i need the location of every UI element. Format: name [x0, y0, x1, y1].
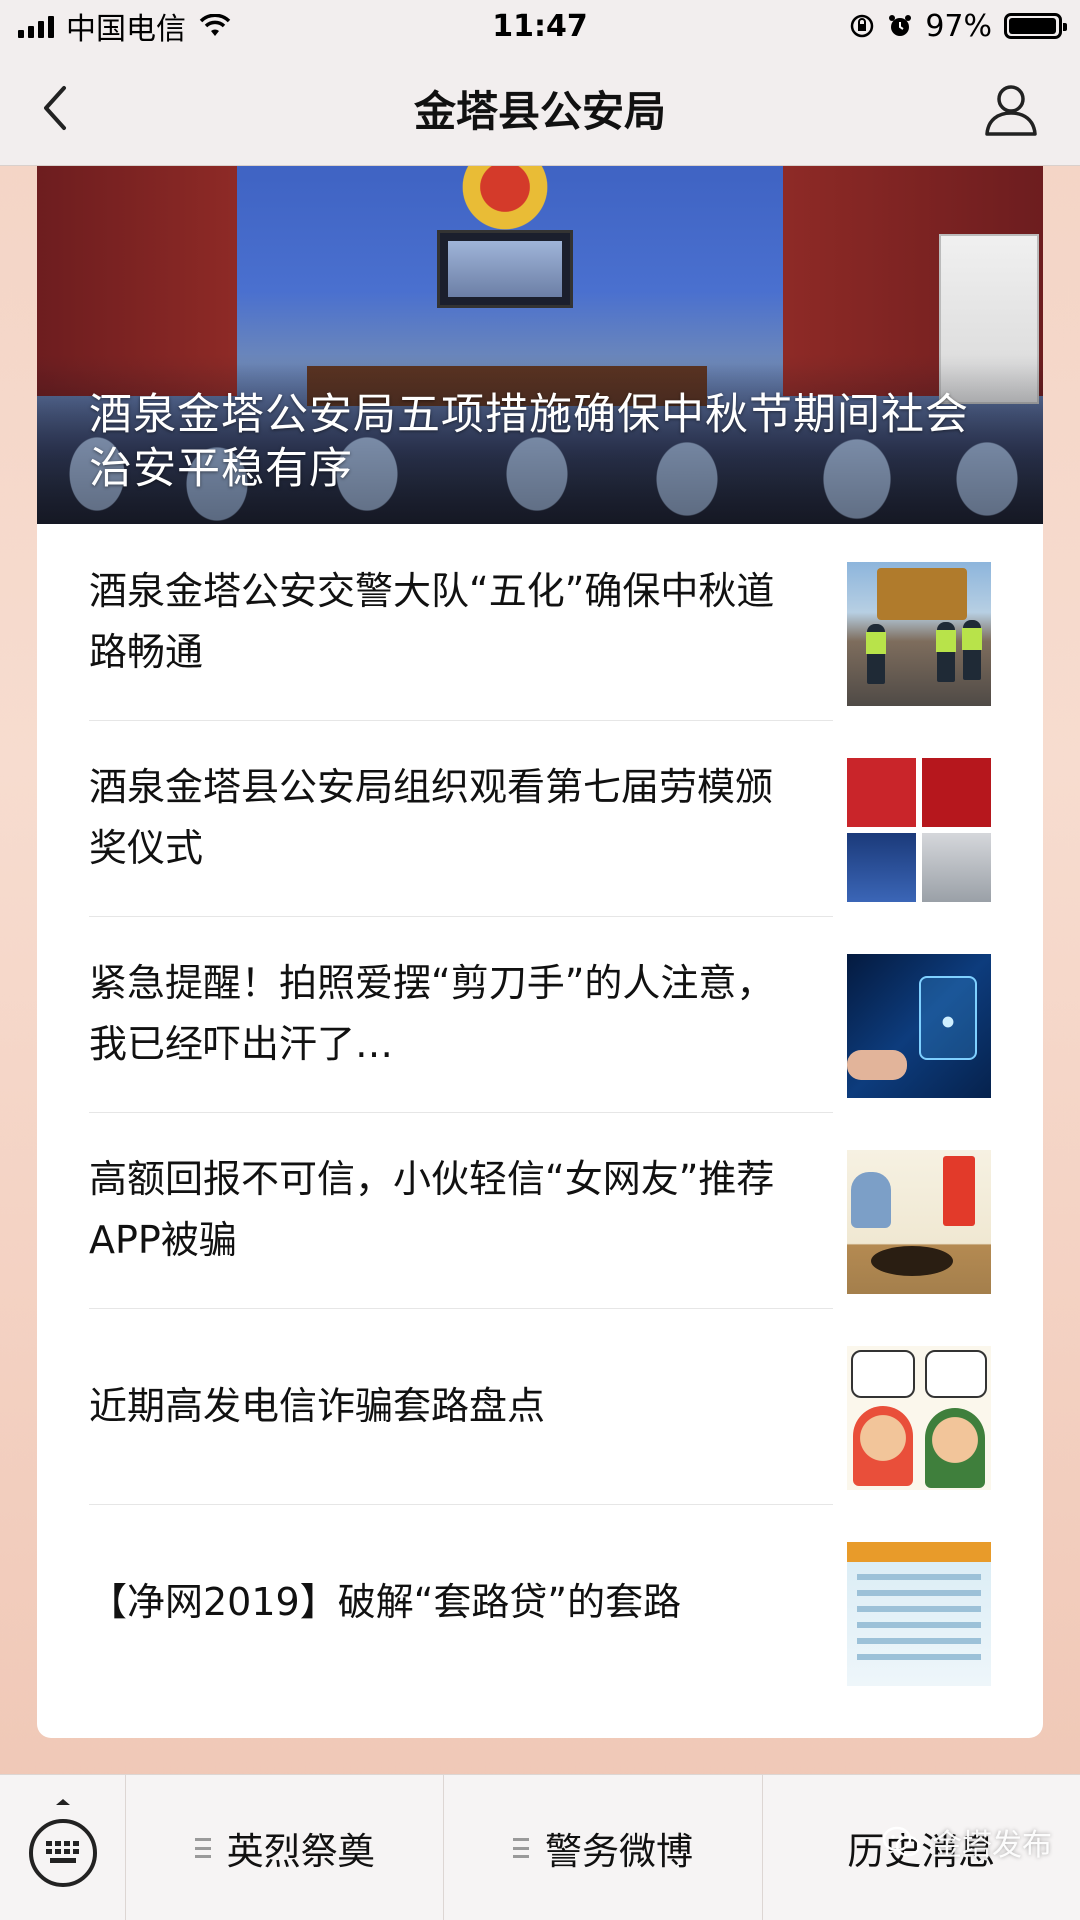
article-title: 【净网2019】破解“套路贷”的套路 [89, 1579, 682, 1624]
battery-percent: 97% [925, 8, 992, 44]
nav-bar: 金塔县公安局 [0, 52, 1080, 166]
list-item[interactable]: 近期高发电信诈骗套路盘点 [89, 1308, 1043, 1504]
article-title: 酒泉金塔公安交警大队“五化”确保中秋道路畅通 [89, 569, 775, 674]
article-thumbnail [847, 1346, 991, 1490]
article-title: 近期高发电信诈骗套路盘点 [89, 1383, 546, 1428]
alarm-icon [889, 15, 912, 36]
article-card: 酒泉金塔公安局五项措施确保中秋节期间社会治安平稳有序 酒泉金塔公安交警大队“五化… [37, 166, 1043, 1738]
status-bar: 中国电信 11:47 97% [0, 0, 1080, 52]
carrier-label: 中国电信 [66, 12, 186, 47]
wechat-icon [882, 1826, 921, 1857]
article-thumbnail [847, 562, 991, 706]
list-item[interactable]: 酒泉金塔县公安局组织观看第七届劳模颁奖仪式 [89, 720, 1043, 916]
article-title: 紧急提醒！拍照爱摆“剪刀手”的人注意，我已经吓出汗了… [89, 961, 775, 1066]
article-thumbnail [847, 1542, 991, 1686]
battery-icon [1004, 13, 1067, 39]
hero-title: 酒泉金塔公安局五项措施确保中秋节期间社会治安平稳有序 [89, 390, 969, 494]
menu-list-icon [512, 1838, 529, 1858]
watermark-label: 金塔发布 [932, 1828, 1052, 1863]
page-title: 金塔县公安局 [413, 87, 666, 136]
chevron-left-icon[interactable] [36, 80, 76, 136]
rotation-lock-icon [851, 14, 874, 38]
wifi-icon [199, 14, 231, 36]
list-item[interactable]: 酒泉金塔公安交警大队“五化”确保中秋道路畅通 [89, 524, 1043, 720]
list-item[interactable]: 紧急提醒！拍照爱摆“剪刀手”的人注意，我已经吓出汗了… [89, 916, 1043, 1112]
keyboard-toggle-button[interactable] [0, 1775, 126, 1920]
article-thumbnail [847, 954, 991, 1098]
article-thumbnail [847, 758, 991, 902]
article-title: 高额回报不可信，小伙轻信“女网友”推荐APP被骗 [89, 1157, 775, 1262]
article-list: 酒泉金塔公安交警大队“五化”确保中秋道路畅通 酒泉金塔县公安局组织观看第七届劳模… [37, 524, 1043, 1700]
hero-article[interactable]: 酒泉金塔公安局五项措施确保中秋节期间社会治安平稳有序 [37, 166, 1043, 524]
menu-item-label: 警务微博 [544, 1830, 693, 1873]
article-thumbnail [847, 1150, 991, 1294]
menu-item-label: 英烈祭奠 [226, 1830, 375, 1873]
menu-list-icon [194, 1838, 211, 1858]
menu-item-police-weibo[interactable]: 警务微博 [444, 1775, 763, 1920]
signal-icon [18, 14, 54, 38]
article-title: 酒泉金塔县公安局组织观看第七届劳模颁奖仪式 [89, 765, 774, 870]
menu-item-heroes-memorial[interactable]: 英烈祭奠 [126, 1775, 445, 1920]
list-item[interactable]: 【净网2019】破解“套路贷”的套路 [89, 1504, 1043, 1700]
keyboard-icon [29, 1799, 97, 1887]
user-icon[interactable] [982, 80, 1040, 138]
list-item[interactable]: 高额回报不可信，小伙轻信“女网友”推荐APP被骗 [89, 1112, 1043, 1308]
watermark: 金塔发布 [882, 1820, 1052, 1864]
